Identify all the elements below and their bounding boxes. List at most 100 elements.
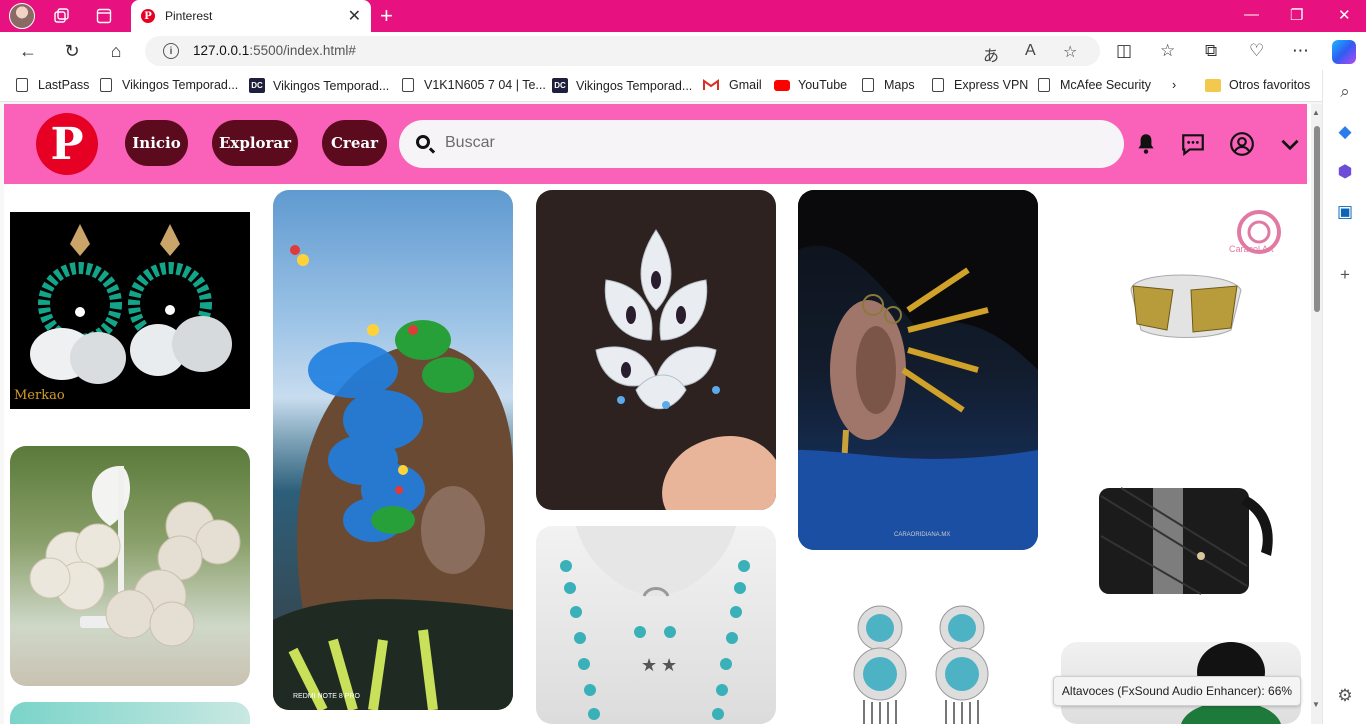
close-tab-icon[interactable]: ✕ <box>348 6 361 26</box>
read-aloud-icon[interactable]: A <box>1025 42 1036 60</box>
svg-text:★: ★ <box>641 655 657 675</box>
search-bar[interactable]: Buscar <box>399 120 1124 168</box>
volume-tooltip: Altavoces (FxSound Audio Enhancer): 66% <box>1053 676 1301 706</box>
collections-icon[interactable]: ⧉ <box>1205 41 1217 61</box>
messages-icon[interactable] <box>1180 131 1206 157</box>
pin-feather-ear-cuff[interactable]: CARAORIDIANA.MX <box>798 190 1038 550</box>
folder-icon <box>1205 78 1221 92</box>
copilot-icon[interactable] <box>1332 40 1356 64</box>
shopping-tag-icon[interactable]: ◆ <box>1335 122 1355 142</box>
bookmarks-bar: LastPass Vikingos Temporad... DC Vikingos… <box>0 70 1366 102</box>
pin-gold-silver-ring[interactable]: Caracol Art <box>1061 190 1301 390</box>
pin-partial-teal[interactable] <box>10 702 250 724</box>
bookmark-vikingos-1[interactable]: Vikingos Temporad... <box>100 78 238 92</box>
nav-home-button[interactable]: Inicio <box>125 120 188 166</box>
pinterest-header: P Inicio Explorar Crear Buscar <box>4 104 1307 184</box>
bookmark-vikingos-3[interactable]: DC Vikingos Temporad... <box>552 78 692 93</box>
pin-blue-flower-hair-clip[interactable]: REDMI NOTE 8 PRO <box>273 190 513 710</box>
profile-avatar[interactable] <box>9 3 35 29</box>
pin-shell-hoop-earrings[interactable]: Merkao <box>10 212 250 409</box>
page-icon <box>1038 78 1050 92</box>
back-icon[interactable]: ← <box>16 40 40 62</box>
extensions-icon[interactable]: ♡ <box>1249 41 1264 61</box>
settings-gear-icon[interactable]: ⚙ <box>1335 686 1355 706</box>
page-icon <box>402 78 414 92</box>
pin-caption: Merkao <box>14 388 65 403</box>
page-icon <box>862 78 874 92</box>
pinterest-favicon-icon: P <box>141 9 155 23</box>
more-bookmarks-chevron-icon[interactable]: › <box>1172 78 1176 92</box>
tab-actions-icon[interactable] <box>90 4 118 28</box>
pin-caption: CARAORIDIANA.MX <box>894 532 951 538</box>
refresh-icon[interactable]: ↻ <box>60 40 84 62</box>
bookmark-maps[interactable]: Maps <box>862 78 915 92</box>
bookmark-other-favorites[interactable]: Otros favoritos <box>1205 78 1310 92</box>
search-icon <box>416 135 430 149</box>
feather-ear-cuff-image <box>798 190 1038 550</box>
shell-hoop-earrings-image <box>30 224 232 384</box>
site-info-icon[interactable]: i <box>163 43 179 59</box>
gold-silver-ring-image <box>1130 210 1281 338</box>
favorites-icon[interactable]: ☆ <box>1160 41 1175 61</box>
scroll-down-icon[interactable]: ▼ <box>1312 700 1320 709</box>
search-sidebar-icon[interactable]: ⌕ <box>1335 82 1355 102</box>
pin-silver-turquoise-earrings[interactable] <box>798 566 1038 724</box>
split-screen-icon[interactable]: ◫ <box>1116 41 1132 61</box>
url-text[interactable]: 127.0.0.1:5500/index.html# <box>193 43 356 58</box>
edge-sidebar: ⌕ ◆ ⬢ ▣ + ⚙ <box>1322 70 1366 724</box>
browser-toolbar: ← ↻ ⌂ i 127.0.0.1:5500/index.html# あ A ☆… <box>0 32 1366 70</box>
minimize-icon[interactable]: — <box>1244 6 1259 23</box>
workspaces-icon[interactable] <box>48 4 76 28</box>
bookmark-lastpass[interactable]: LastPass <box>16 78 89 92</box>
scroll-up-icon[interactable]: ▲ <box>1312 108 1320 117</box>
pin-turquoise-pearl-necklace[interactable]: ★ ★ <box>536 526 776 724</box>
bookmark-youtube[interactable]: YouTube <box>774 78 847 92</box>
pin-caption: Caracol Art <box>1229 244 1274 254</box>
home-icon[interactable]: ⌂ <box>104 40 128 62</box>
translate-icon[interactable]: あ <box>983 42 999 66</box>
black-leather-clutch-image <box>1099 487 1273 595</box>
page-viewport: P Inicio Explorar Crear Buscar Merkao RE… <box>4 104 1322 724</box>
chevron-down-icon[interactable] <box>1277 131 1303 157</box>
pin-black-leather-clutch[interactable] <box>1061 406 1301 626</box>
pin-caption: REDMI NOTE 8 PRO <box>293 693 360 700</box>
nav-create-button[interactable]: Crear <box>322 120 387 166</box>
bookmark-vikingos-2[interactable]: DC Vikingos Temporad... <box>249 78 389 93</box>
dc-icon: DC <box>552 78 568 93</box>
pin-white-flower-brooch[interactable] <box>536 190 776 510</box>
page-icon <box>100 78 112 92</box>
tab-title: Pinterest <box>165 9 213 23</box>
add-sidebar-icon[interactable]: + <box>1335 265 1355 285</box>
close-window-icon[interactable]: ✕ <box>1338 6 1351 24</box>
pin-shell-flower-earrings[interactable] <box>10 446 250 686</box>
bookmark-express-vpn[interactable]: Express VPN <box>932 78 1028 92</box>
pinterest-logo[interactable]: P <box>36 113 98 175</box>
new-tab-icon[interactable]: + <box>380 3 393 29</box>
white-flower-brooch-image <box>595 229 776 510</box>
profile-icon[interactable] <box>1229 131 1255 157</box>
page-icon <box>932 78 944 92</box>
outlook-icon[interactable]: ▣ <box>1335 202 1355 222</box>
turquoise-pearl-necklace-image: ★ ★ <box>560 526 750 720</box>
search-input[interactable]: Buscar <box>445 134 495 152</box>
bookmark-v1k1n605[interactable]: V1K1N605 7 04 | Te... <box>402 78 546 92</box>
nav-explore-button[interactable]: Explorar <box>212 120 298 166</box>
scrollbar-thumb[interactable] <box>1314 126 1320 312</box>
office-icon[interactable]: ⬢ <box>1335 162 1355 182</box>
address-bar[interactable]: i 127.0.0.1:5500/index.html# あ A ☆ <box>145 36 1100 66</box>
blue-flower-hair-clip-image <box>273 245 513 710</box>
bookmark-mcafee[interactable]: McAfee Security <box>1038 78 1151 92</box>
bookmark-gmail[interactable]: Gmail <box>703 78 762 92</box>
youtube-icon <box>774 79 790 91</box>
svg-text:★: ★ <box>661 655 677 675</box>
dc-icon: DC <box>249 78 265 93</box>
bell-icon[interactable] <box>1133 131 1159 157</box>
more-menu-icon[interactable]: ⋯ <box>1292 41 1309 61</box>
tab-pinterest[interactable]: P Pinterest ✕ <box>131 0 371 32</box>
restore-icon[interactable]: ❐ <box>1290 6 1303 24</box>
tab-strip: P Pinterest ✕ + — ❐ ✕ <box>0 0 1366 32</box>
page-scrollbar[interactable]: ▲ ▼ <box>1311 104 1322 724</box>
favorite-star-icon[interactable]: ☆ <box>1063 42 1077 62</box>
silver-turquoise-earrings-image <box>853 605 989 724</box>
gmail-icon <box>703 79 719 91</box>
